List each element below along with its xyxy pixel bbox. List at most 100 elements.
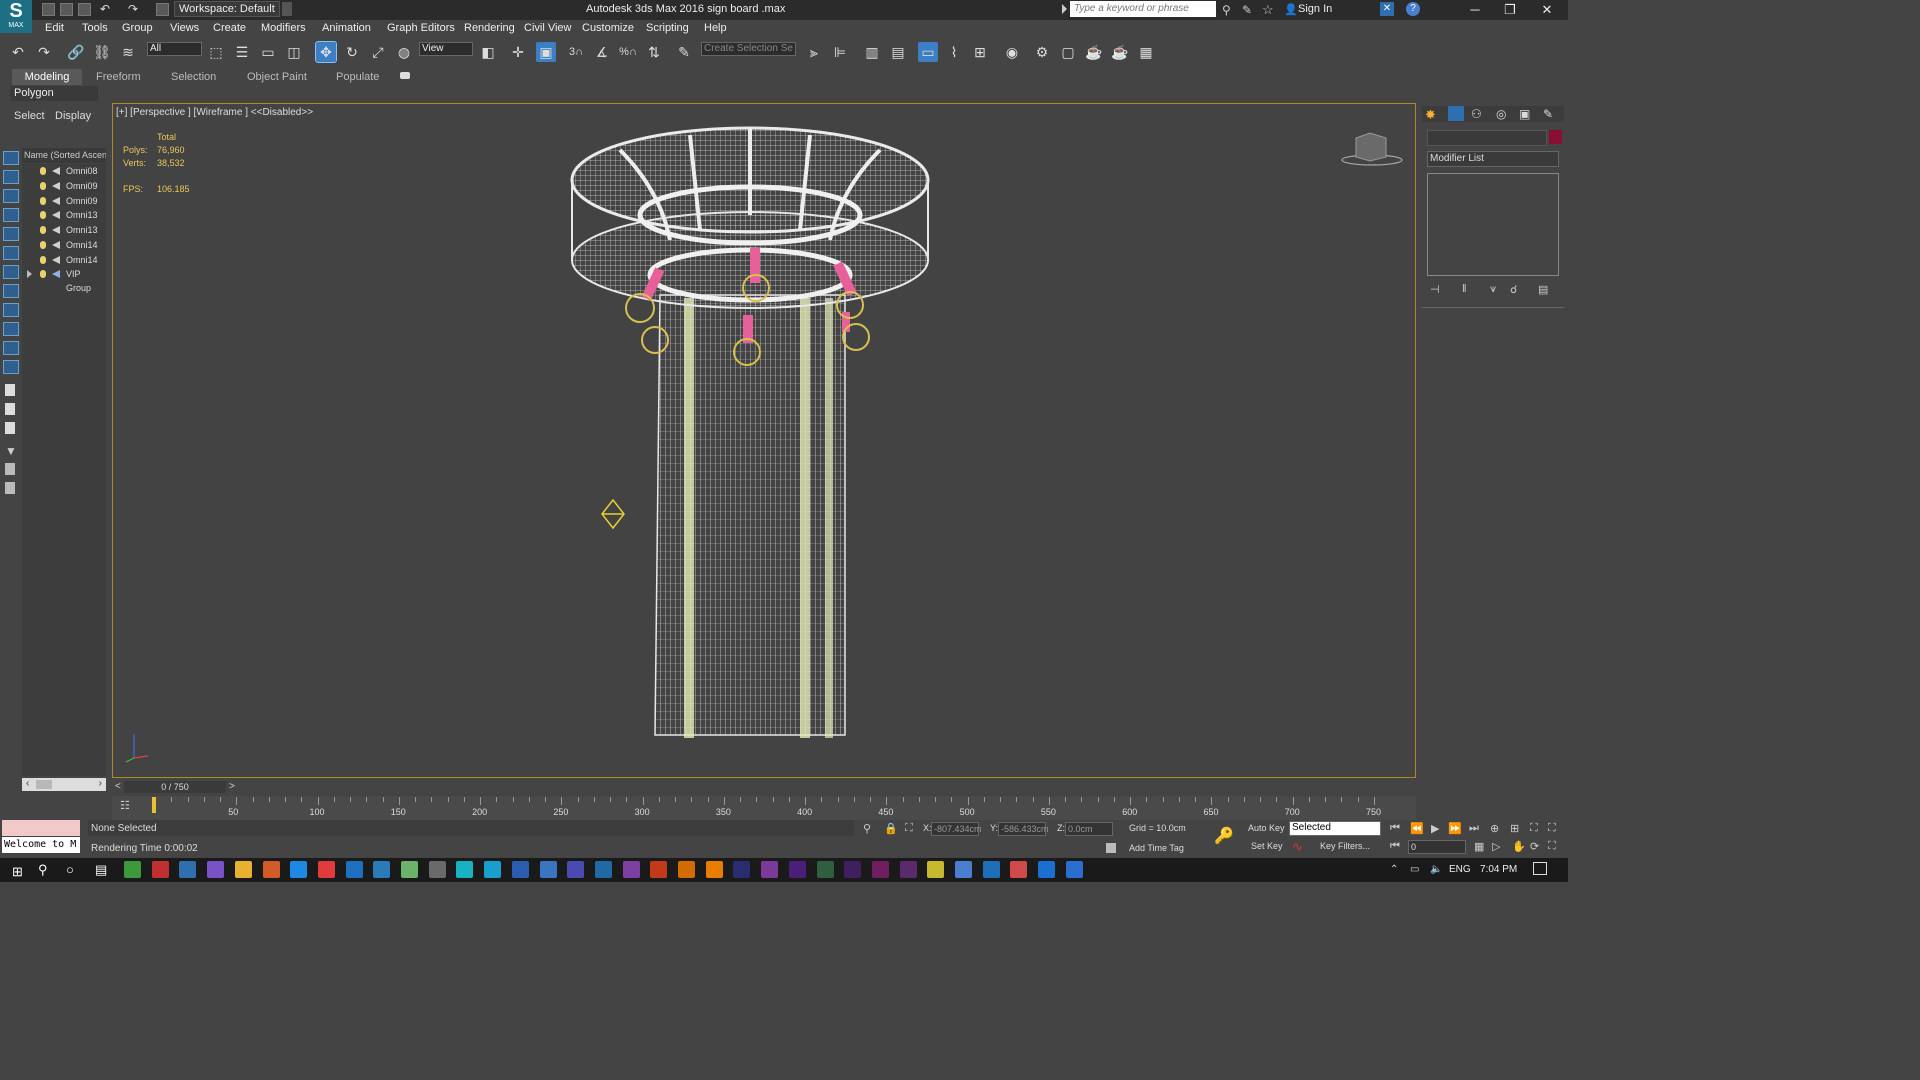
ribbon-tab-selection[interactable]: Selection [171, 71, 216, 83]
workspace-dropdown[interactable]: Workspace: Default [174, 1, 280, 17]
undo-icon[interactable]: ↶ [8, 42, 28, 62]
scene-explorer-toggle-icon[interactable]: ▥ [862, 42, 882, 62]
display-cameras-icon[interactable] [3, 227, 19, 241]
window-crossing-icon[interactable]: ◫ [284, 42, 304, 62]
taskbar-app-icon[interactable] [955, 861, 972, 878]
remove-modifier-icon[interactable]: ☌ [1510, 283, 1517, 296]
maxscript-listener-output[interactable] [2, 820, 80, 836]
taskbar-app-icon[interactable] [1010, 861, 1028, 878]
zoom-extents-all-icon[interactable]: ⛶ [1548, 822, 1556, 835]
percent-snap-icon[interactable]: % ∩ [618, 42, 638, 62]
restore-button[interactable]: ❐ [1495, 1, 1525, 19]
hierarchy-tab-icon[interactable]: ⚇ [1471, 107, 1482, 121]
tray-expand-icon[interactable]: ⌃ [1390, 864, 1398, 875]
list-item[interactable]: VIP Group [22, 267, 106, 293]
menu-civil-view[interactable]: Civil View [524, 22, 571, 34]
menu-group[interactable]: Group [122, 22, 153, 34]
display-groups-icon[interactable] [3, 284, 19, 298]
make-unique-icon[interactable]: ⩛ [1490, 283, 1496, 296]
select-manipulate-icon[interactable]: ✛ [508, 42, 528, 62]
expand-arrow-icon[interactable] [27, 270, 32, 278]
taskbar-app-icon[interactable] [927, 861, 945, 878]
subscription-icon[interactable]: ✎ [1242, 3, 1252, 17]
menu-create[interactable]: Create [213, 22, 246, 34]
taskbar-app-icon[interactable] [816, 861, 834, 878]
taskbar-app-icon[interactable] [650, 861, 668, 878]
task-view-icon[interactable]: ▤ [95, 862, 107, 878]
ribbon-tab-modeling[interactable]: Modeling [12, 69, 82, 85]
taskbar-app-icon[interactable] [401, 861, 418, 878]
light-bulb-icon[interactable] [40, 226, 46, 234]
taskbar-app-icon[interactable] [484, 861, 502, 878]
list-item[interactable]: Omni13 [22, 223, 106, 237]
wireframe-sign-model[interactable] [560, 120, 940, 745]
auto-key-button[interactable]: Auto Key [1248, 823, 1285, 833]
viewport-label[interactable]: [+] [Perspective ] [Wireframe ] <<Disabl… [116, 107, 313, 118]
taskbar-app-icon[interactable] [733, 861, 751, 878]
list-item[interactable]: Omni09 [22, 179, 106, 193]
select-and-link-icon[interactable]: 🔗 [66, 42, 86, 62]
time-prev-button[interactable]: < [115, 781, 121, 792]
layers-icon[interactable] [5, 482, 15, 494]
taskbar-app-icon[interactable] [1038, 861, 1056, 878]
light-bulb-icon[interactable] [40, 270, 46, 278]
select-and-scale-icon[interactable]: ⤢ [368, 42, 388, 62]
snaps-toggle-icon[interactable]: 3 ∩ [566, 42, 586, 62]
cortana-icon[interactable]: ○ [66, 862, 74, 877]
schematic-view-icon[interactable]: ⊞ [970, 42, 990, 62]
rectangular-selection-icon[interactable]: ▭ [258, 42, 278, 62]
taskbar-app-icon[interactable] [761, 861, 779, 878]
user-icon[interactable]: 👤 [1284, 3, 1298, 16]
omni-light-helper-icon[interactable] [600, 498, 626, 530]
taskbar-app-icon[interactable] [207, 861, 225, 878]
time-next-button[interactable]: > [229, 781, 235, 792]
display-tab-icon[interactable]: ▣ [1519, 107, 1530, 121]
explorer-scrollbar[interactable]: ‹ › [22, 778, 106, 791]
angle-snap-icon[interactable]: ∡ [592, 42, 612, 62]
set-key-button[interactable]: Set Key [1251, 841, 1283, 851]
maximize-viewport-icon[interactable]: ⛶ [1548, 840, 1556, 853]
menu-modifiers[interactable]: Modifiers [261, 22, 306, 34]
taskbar-app-icon[interactable] [705, 861, 723, 878]
render-setup-icon[interactable]: ⚙ [1032, 42, 1052, 62]
taskbar-app-icon[interactable] [290, 861, 308, 878]
align-icon[interactable]: ⊫ [830, 42, 850, 62]
taskbar-app-icon[interactable] [622, 861, 640, 878]
time-tag-icon[interactable] [1106, 843, 1116, 853]
curve-editor-icon[interactable]: ⌇ [944, 42, 964, 62]
display-shapes-icon[interactable] [3, 189, 19, 203]
display-xrefs-icon[interactable] [3, 303, 19, 317]
render-iterative-icon[interactable]: ☕ [1110, 42, 1130, 62]
list-item[interactable]: Omni13 [22, 208, 106, 222]
taskbar-app-icon[interactable] [151, 861, 169, 878]
taskbar-app-icon[interactable] [234, 861, 252, 878]
notifications-icon[interactable] [1533, 862, 1547, 875]
new-file-icon[interactable] [42, 3, 55, 16]
favorites-star-icon[interactable]: ☆ [1262, 2, 1274, 18]
viewcube[interactable] [1340, 130, 1404, 168]
ribbon-toggle-icon[interactable]: ▭ [918, 42, 938, 62]
project-folder-icon[interactable] [156, 3, 169, 16]
taskbar-app-icon[interactable] [511, 861, 529, 878]
network-icon[interactable]: ▭ [1410, 864, 1419, 875]
time-configuration-icon[interactable]: ▦ [1474, 840, 1484, 853]
scroll-right-icon[interactable]: › [99, 778, 102, 789]
sign-in-button[interactable]: Sign In [1298, 3, 1332, 15]
clock[interactable]: 7:04 PM [1480, 864, 1517, 875]
taskbar-app-icon[interactable] [567, 861, 585, 878]
windows-start-icon[interactable]: ⊞ [12, 864, 23, 880]
modifier-stack[interactable] [1427, 173, 1559, 276]
light-bulb-icon[interactable] [40, 182, 46, 190]
go-to-start-icon[interactable]: ⏮ [1390, 822, 1400, 835]
zoom-extents-icon[interactable]: ⛶ [1530, 822, 1538, 835]
show-end-result-icon[interactable]: ‖ [1462, 283, 1467, 295]
display-lights-icon[interactable] [3, 208, 19, 222]
open-mini-curve-editor-icon[interactable]: ☷ [120, 799, 130, 812]
time-slider[interactable] [112, 779, 1416, 795]
select-object-icon[interactable]: ⬚ [206, 42, 226, 62]
display-spacewarps-icon[interactable] [3, 265, 19, 279]
taskbar-app-icon[interactable] [982, 861, 1000, 878]
field-of-view-icon[interactable]: ▷ [1492, 840, 1500, 853]
minimize-button[interactable]: ─ [1460, 1, 1490, 19]
taskbar-app-icon[interactable] [1065, 861, 1083, 878]
